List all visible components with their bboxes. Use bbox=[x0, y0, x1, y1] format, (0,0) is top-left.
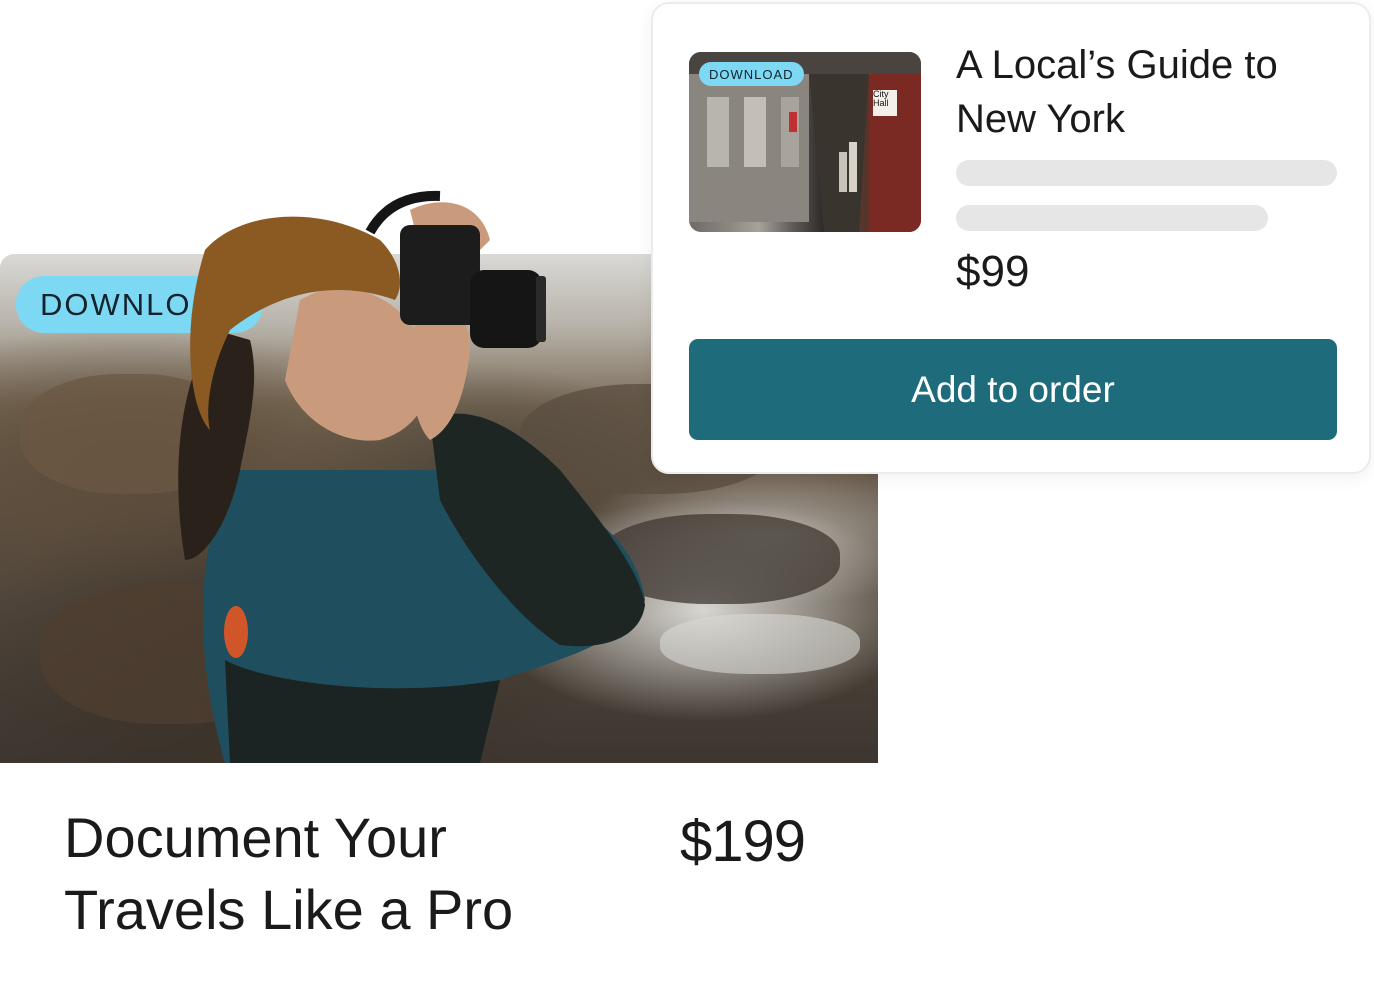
popup-product-price: $99 bbox=[956, 247, 1030, 296]
download-badge: DOWNLOAD bbox=[16, 276, 263, 333]
add-to-order-popup: DOWNLOAD City Hall A Local’s Guide to Ne… bbox=[651, 2, 1371, 474]
add-to-order-button[interactable]: Add to order bbox=[689, 339, 1337, 440]
main-product-price: $199 bbox=[680, 809, 806, 874]
popup-product-title[interactable]: A Local’s Guide to New York bbox=[956, 38, 1336, 146]
thumbnail-subway-image: DOWNLOAD City Hall bbox=[689, 52, 921, 232]
description-placeholder-line-2 bbox=[956, 205, 1268, 231]
thumbnail-download-badge: DOWNLOAD bbox=[699, 62, 804, 86]
main-product-title[interactable]: Document Your Travels Like a Pro bbox=[64, 802, 624, 946]
description-placeholder-line-1 bbox=[956, 160, 1337, 186]
city-hall-sign: City Hall bbox=[873, 89, 889, 108]
